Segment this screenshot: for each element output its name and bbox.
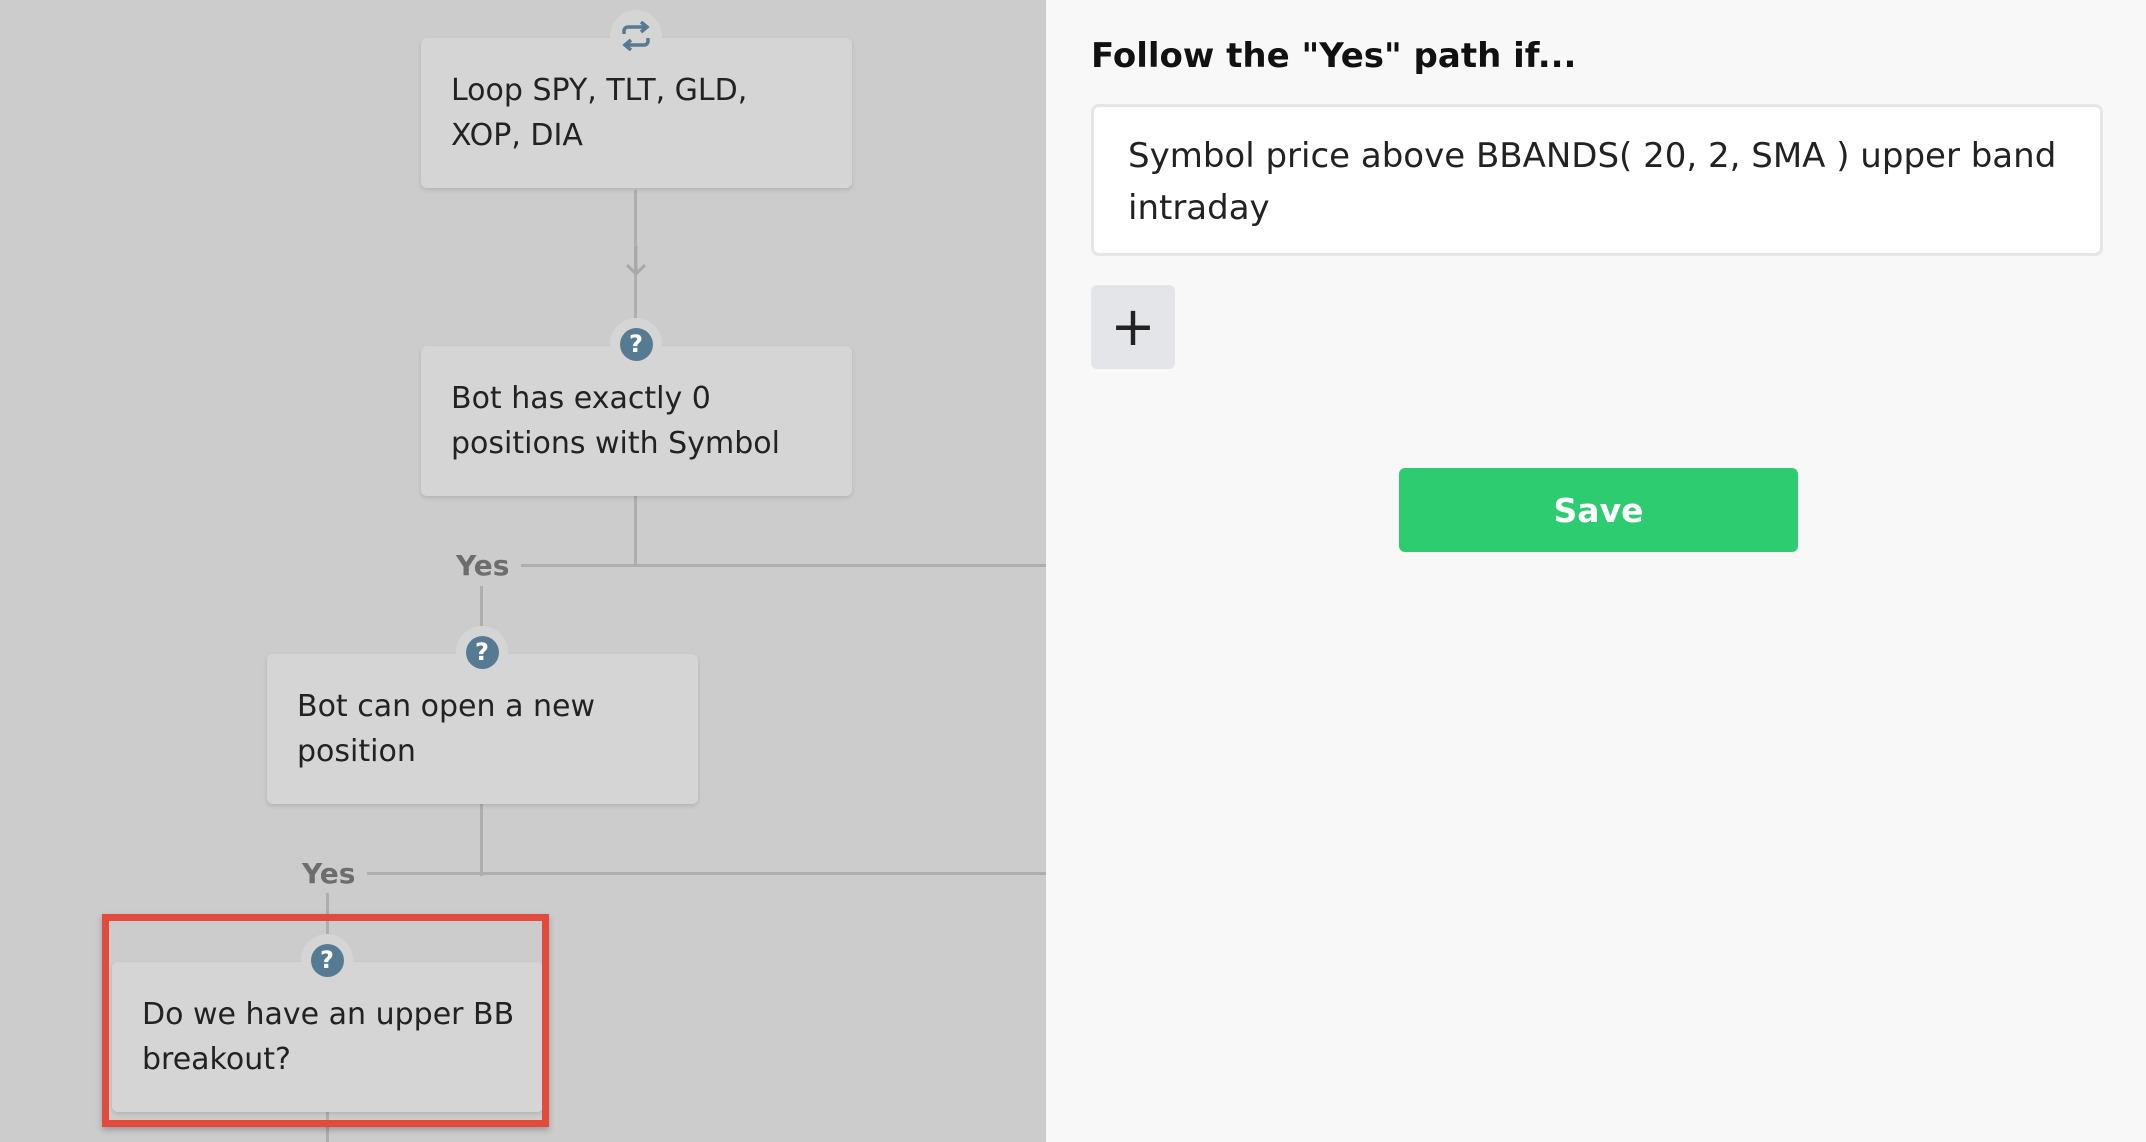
down-arrow-icon [625,246,647,277]
condition-editor-panel: Follow the "Yes" path if... Symbol price… [1046,0,2146,1142]
save-button[interactable]: Save [1399,468,1798,552]
condition-field[interactable]: Symbol price above BBANDS( 20, 2, SMA ) … [1091,104,2103,256]
connector-line [480,800,483,872]
panel-title: Follow the "Yes" path if... [1091,36,1577,76]
flow-node-label: Loop SPY, TLT, GLD, XOP, DIA [451,73,748,153]
flow-node-label: Bot has exactly 0 positions with Symbol [451,381,780,461]
highlight-outline [102,914,549,1127]
connector-line [520,564,1046,567]
add-condition-button[interactable]: + [1091,285,1175,369]
flow-node-label: Bot can open a new position [297,689,595,769]
question-icon: ? [456,626,508,678]
flow-canvas: Loop SPY, TLT, GLD, XOP, DIA Bot has exa… [0,0,1046,1142]
loop-icon [610,10,662,62]
plus-icon: + [1110,295,1156,358]
branch-label-yes: Yes [290,857,368,891]
branch-label-yes: Yes [444,549,522,583]
question-icon: ? [610,318,662,370]
connector-line [366,872,1046,875]
